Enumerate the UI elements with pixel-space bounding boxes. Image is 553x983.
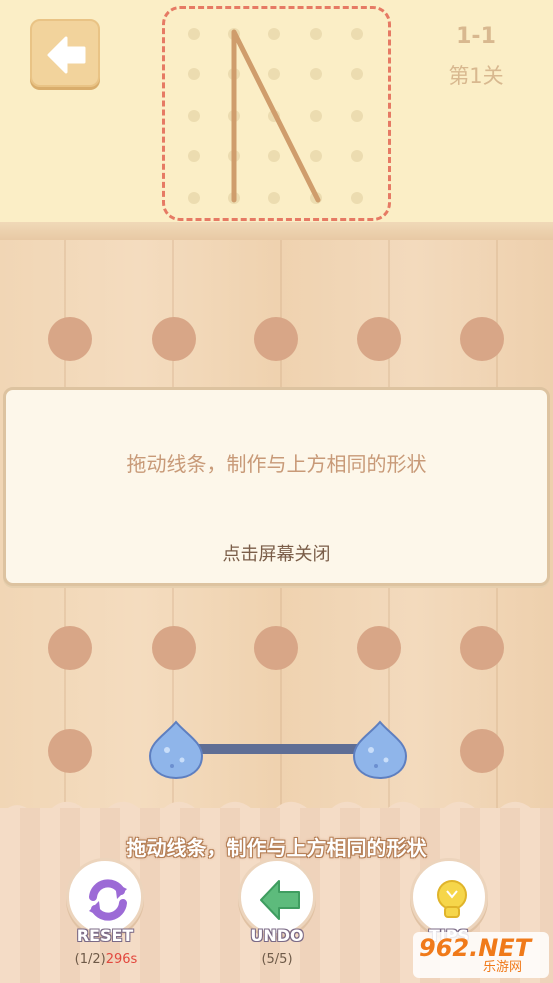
dialog-close-hint[interactable]: 点击屏幕关闭 xyxy=(6,540,547,566)
arrow-left-icon xyxy=(47,36,86,74)
reset-label: RESET xyxy=(76,926,134,945)
peg[interactable] xyxy=(152,317,196,361)
line-endpoint-right[interactable] xyxy=(352,720,408,780)
site-watermark: 962.NET 乐游网 xyxy=(413,932,549,978)
line-endpoint-left[interactable] xyxy=(148,720,204,780)
level-name: 第1关 xyxy=(448,64,504,88)
peg[interactable] xyxy=(152,626,196,670)
peg[interactable] xyxy=(254,626,298,670)
arrow-left-icon xyxy=(260,880,300,920)
undo-label: UNDO xyxy=(250,926,304,945)
dialog-message: 拖动线条，制作与上方相同的形状 xyxy=(126,452,427,476)
undo-counter: (5/5) xyxy=(261,952,293,967)
tips-button[interactable] xyxy=(410,858,488,936)
peg[interactable] xyxy=(254,317,298,361)
level-number: 1-1 xyxy=(456,24,496,49)
draggable-line[interactable] xyxy=(0,700,553,790)
instruction-text: 拖动线条，制作与上方相同的形状 xyxy=(126,836,427,860)
reset-button[interactable] xyxy=(66,858,144,936)
watermark-site: 乐游网 xyxy=(483,960,523,975)
undo-button[interactable] xyxy=(238,858,316,936)
reset-counter: (1/2)296s xyxy=(56,952,156,967)
reset-timer: 296s xyxy=(105,952,138,967)
target-shape-preview xyxy=(188,28,363,204)
lightbulb-icon xyxy=(437,880,467,918)
peg[interactable] xyxy=(460,626,504,670)
header-divider xyxy=(0,222,553,240)
peg[interactable] xyxy=(460,317,504,361)
back-button[interactable] xyxy=(30,19,100,87)
refresh-icon xyxy=(89,879,127,921)
peg[interactable] xyxy=(48,626,92,670)
rope[interactable] xyxy=(176,744,382,754)
target-lines xyxy=(231,29,321,203)
reset-count: (1/2) xyxy=(74,952,106,967)
peg[interactable] xyxy=(357,317,401,361)
peg[interactable] xyxy=(48,317,92,361)
tutorial-dialog[interactable]: 拖动线条，制作与上方相同的形状 点击屏幕关闭 xyxy=(3,387,550,586)
peg[interactable] xyxy=(357,626,401,670)
